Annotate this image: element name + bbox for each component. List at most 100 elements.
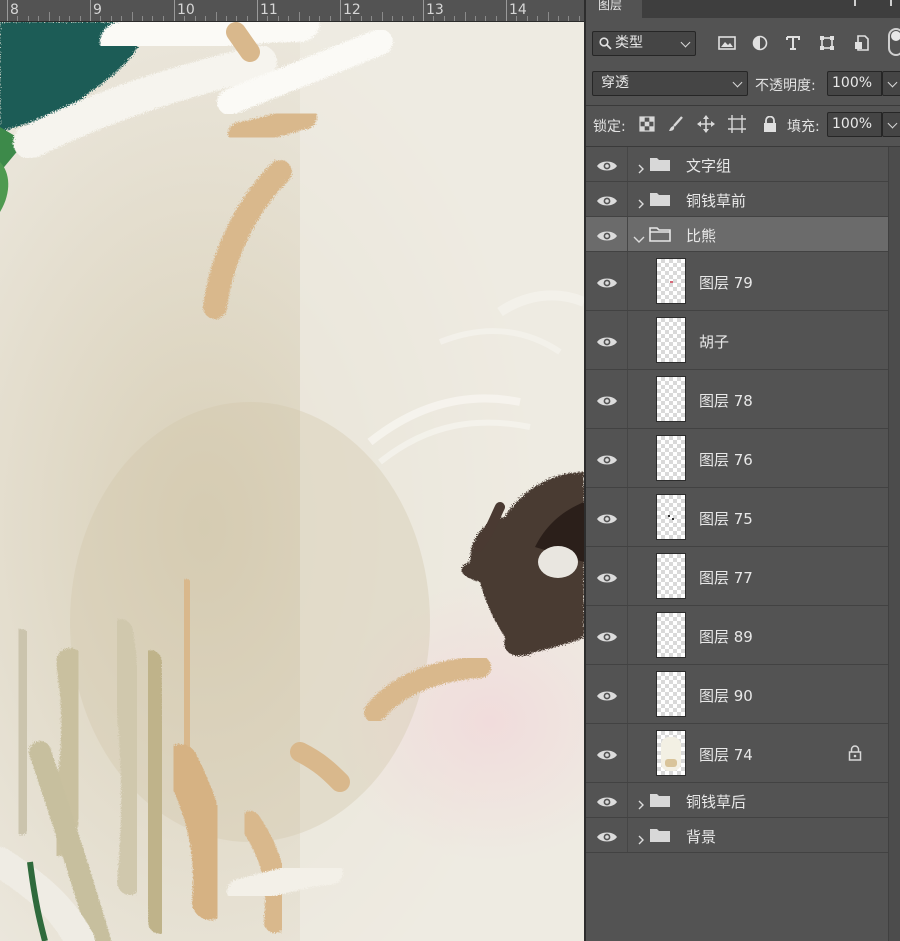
ruler-minor-tick: [38, 16, 40, 21]
layer-row[interactable]: 胡子: [586, 311, 888, 370]
ruler-minor-tick: [79, 16, 81, 21]
lock-position-icon[interactable]: [696, 114, 716, 134]
document-canvas[interactable]: [0, 22, 584, 941]
visibility-eye-icon[interactable]: [596, 570, 618, 584]
layer-row[interactable]: 图层 78: [586, 370, 888, 429]
filter-toggle-switch[interactable]: [888, 28, 900, 56]
layer-row[interactable]: 图层 76: [586, 429, 888, 488]
layer-row[interactable]: 图层 90: [586, 665, 888, 724]
ruler-minor-tick: [454, 16, 456, 21]
visibility-eye-icon[interactable]: [596, 193, 618, 207]
layer-row[interactable]: 图层 79: [586, 252, 888, 311]
ruler-minor-tick: [236, 16, 238, 21]
ruler-tick-label: 10: [177, 2, 195, 18]
ruler-minor-tick: [246, 16, 248, 21]
fill-input[interactable]: 100%: [827, 112, 882, 137]
row-divider: [627, 783, 628, 817]
blend-mode-dropdown[interactable]: 穿透: [592, 71, 748, 96]
ruler-minor-tick: [558, 16, 559, 21]
layers-scrollbar[interactable]: [888, 147, 900, 941]
row-divider: [627, 217, 628, 251]
layer-group-row[interactable]: 铜钱草后: [586, 783, 888, 818]
folder-icon: [649, 191, 671, 207]
lock-fill-row: 锁定: 填充: 100%: [586, 106, 900, 144]
layer-group-row[interactable]: 比熊: [586, 217, 888, 252]
layer-row[interactable]: 图层 75: [586, 488, 888, 547]
shape-filter-icon[interactable]: [817, 33, 837, 53]
lock-all-icon[interactable]: [760, 114, 780, 134]
layer-thumbnail[interactable]: [656, 376, 686, 422]
visibility-eye-icon[interactable]: [596, 158, 618, 172]
layers-tab[interactable]: 图层: [586, 0, 642, 18]
layer-row[interactable]: 图层 89: [586, 606, 888, 665]
ruler-minor-tick: [516, 16, 518, 21]
visibility-eye-icon[interactable]: [596, 794, 618, 808]
layer-thumbnail[interactable]: [656, 317, 686, 363]
ruler-minor-tick: [475, 16, 476, 21]
layer-group-row[interactable]: 背景: [586, 818, 888, 853]
ruler-minor-tick: [48, 12, 50, 21]
layers-list: 文字组铜钱草前 比熊图层 79 胡子 图层 78 图层 76 图层 75 图层 77 图层 8…: [586, 147, 888, 853]
ruler-minor-tick: [495, 16, 497, 21]
layer-name: 图层 89: [699, 628, 753, 646]
layer-name: 文字组: [686, 157, 732, 175]
layer-group-row[interactable]: 文字组: [586, 147, 888, 182]
lock-artboard-icon[interactable]: [727, 114, 747, 134]
panel-collapse-icon[interactable]: [890, 0, 898, 6]
image-filter-icon[interactable]: [717, 33, 737, 53]
fill-dropdown-button[interactable]: [882, 112, 900, 137]
chevron-right-icon[interactable]: [636, 159, 646, 174]
visibility-eye-icon[interactable]: [596, 511, 618, 525]
panel-menu-icon[interactable]: [854, 0, 862, 6]
chevron-right-icon[interactable]: [636, 795, 646, 810]
layer-thumbnail[interactable]: [656, 553, 686, 599]
visibility-eye-icon[interactable]: [596, 747, 618, 761]
fill-value: 100%: [832, 116, 873, 132]
layer-thumbnail[interactable]: [656, 730, 686, 776]
opacity-input[interactable]: 100%: [827, 71, 882, 96]
visibility-eye-icon[interactable]: [596, 452, 618, 466]
filter-row: 类型: [586, 18, 900, 68]
lock-image-pixels-icon[interactable]: [666, 114, 686, 134]
opacity-dropdown-button[interactable]: [882, 71, 900, 96]
blend-mode-value: 穿透: [601, 75, 629, 91]
visibility-eye-icon[interactable]: [596, 629, 618, 643]
layers-panel: 图层 类型 穿透 不透明度: 100% 锁定: 填充: 100% 文字组 铜钱草…: [584, 0, 900, 941]
ruler-tick-label: 13: [426, 2, 444, 18]
adjustment-filter-icon[interactable]: [750, 33, 770, 53]
chevron-down-icon[interactable]: [633, 230, 645, 243]
layer-thumbnail[interactable]: [656, 435, 686, 481]
row-divider: [627, 147, 628, 181]
blend-opacity-row: 穿透 不透明度: 100%: [586, 68, 900, 102]
layer-row[interactable]: 图层 77: [586, 547, 888, 606]
ruler-major-tick: [340, 0, 341, 21]
lock-transparent-pixels-icon[interactable]: [637, 114, 657, 134]
layer-row[interactable]: 图层 74: [586, 724, 888, 783]
ruler-minor-tick: [485, 16, 487, 21]
chevron-right-icon[interactable]: [636, 194, 646, 209]
smart-object-filter-icon[interactable]: [852, 33, 872, 53]
chevron-right-icon[interactable]: [636, 830, 646, 845]
type-filter-icon[interactable]: [783, 33, 803, 53]
layer-thumbnail[interactable]: [656, 612, 686, 658]
ruler-minor-tick: [412, 16, 414, 21]
visibility-eye-icon[interactable]: [596, 228, 618, 242]
layer-thumbnail[interactable]: [656, 494, 686, 540]
visibility-eye-icon[interactable]: [596, 334, 618, 348]
folder-icon: [649, 792, 671, 808]
ruler-minor-tick: [194, 16, 196, 21]
layer-thumbnail[interactable]: [656, 258, 686, 304]
layer-name: 图层 79: [699, 274, 753, 292]
row-divider: [627, 488, 628, 546]
panel-tab-bar: 图层: [586, 0, 900, 18]
row-divider: [627, 818, 628, 852]
opacity-value: 100%: [832, 75, 873, 91]
layer-group-row[interactable]: 铜钱草前: [586, 182, 888, 217]
visibility-eye-icon[interactable]: [596, 829, 618, 843]
ruler-minor-tick: [350, 16, 352, 21]
visibility-eye-icon[interactable]: [596, 393, 618, 407]
visibility-eye-icon[interactable]: [596, 275, 618, 289]
filter-kind-dropdown[interactable]: 类型: [592, 31, 696, 56]
layer-thumbnail[interactable]: [656, 671, 686, 717]
visibility-eye-icon[interactable]: [596, 688, 618, 702]
